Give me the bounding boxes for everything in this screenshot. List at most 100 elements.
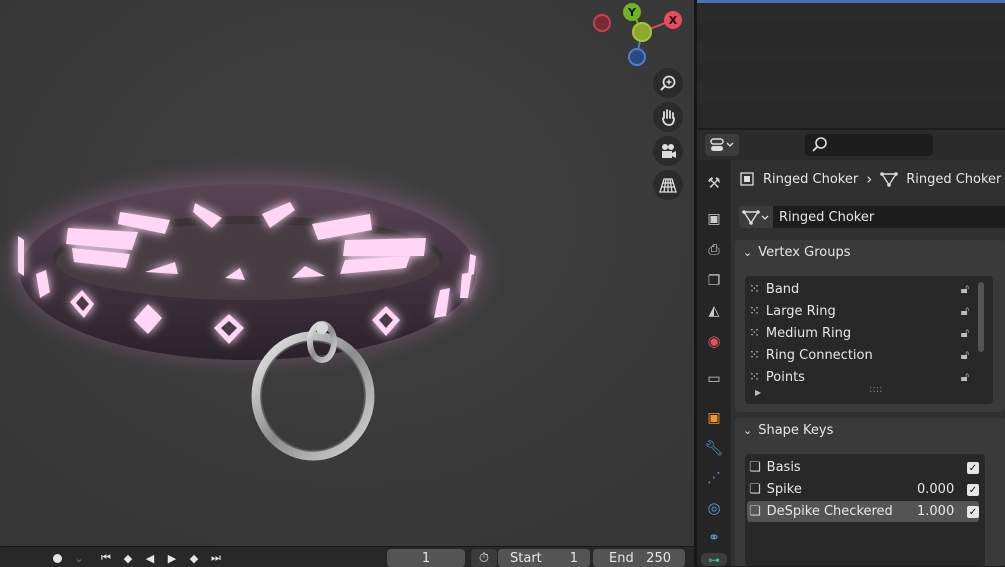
keyframe-record-button[interactable] xyxy=(48,550,66,566)
shape-keys-list[interactable]: ❏ Basis ✓ ❏ Spike 0.000 ✓ ❏ DeSpike Checker… xyxy=(745,454,985,566)
outliner-row[interactable] xyxy=(697,23,1005,43)
gizmo-x-axis[interactable]: X xyxy=(664,11,682,29)
tab-constraints[interactable]: ⚭ xyxy=(701,525,727,551)
outliner-row[interactable] xyxy=(697,83,1005,103)
next-keyframe-button[interactable]: ◆ xyxy=(185,550,203,566)
toggle-perspective-button[interactable] xyxy=(653,170,683,200)
list-item[interactable]: ⁙ Ring Connection 🔓︎ xyxy=(749,345,969,366)
chevron-down-icon: ⌄ xyxy=(743,424,753,437)
current-frame-value: 1 xyxy=(421,550,431,566)
tab-modifiers[interactable]: 🔧︎ xyxy=(701,435,727,461)
editor-type-dropdown[interactable] xyxy=(705,134,739,156)
vertex-group-icon: ⁙ xyxy=(749,326,760,341)
search-icon xyxy=(812,137,827,152)
gizmo-y-label: Y xyxy=(628,5,636,19)
mesh-icon xyxy=(880,172,899,187)
list-item[interactable]: ⁙ Band 🔓︎ xyxy=(749,279,969,300)
grid-icon xyxy=(659,178,677,193)
shape-key-mute-checkbox[interactable]: ✓ xyxy=(967,506,979,518)
camera-view-button[interactable] xyxy=(653,136,683,166)
outliner[interactable] xyxy=(697,0,1005,128)
lock-icon[interactable]: 🔓︎ xyxy=(961,370,969,385)
tab-data[interactable]: ⊶ xyxy=(701,552,727,567)
list-item[interactable]: ⁙ Large Ring 🔓︎ xyxy=(749,301,969,322)
gizmo-y-axis[interactable]: Y xyxy=(623,3,641,21)
list-item[interactable]: ❏ DeSpike Checkered 1.000 ✓ xyxy=(747,501,979,522)
list-item[interactable]: ⁙ Points 🔓︎ xyxy=(749,367,969,388)
shape-key-value[interactable]: 0.000 xyxy=(917,482,954,497)
gizmo-neg-z-axis[interactable] xyxy=(628,48,646,66)
record-options-dropdown[interactable]: ⌄ xyxy=(70,550,88,566)
frame-start-field[interactable]: Start 1 xyxy=(498,549,590,567)
outliner-row[interactable] xyxy=(697,103,1005,123)
use-preview-range-toggle[interactable]: ⏱ xyxy=(471,549,497,567)
vertex-groups-list[interactable]: ⁙ Band 🔓︎ ⁙ Large Ring 🔓︎ ⁙ Medium Ring 🔓︎ … xyxy=(745,276,993,404)
tab-world[interactable]: ◉ xyxy=(701,328,727,354)
constraints-icon: ⚭ xyxy=(708,530,720,546)
lock-icon[interactable]: 🔓︎ xyxy=(961,282,969,297)
properties-search-input[interactable] xyxy=(805,134,933,156)
vertex-groups-header[interactable]: ⌄ Vertex Groups xyxy=(743,245,851,260)
frame-end-value: 250 xyxy=(646,550,671,566)
properties-editor-icon xyxy=(710,138,734,151)
shape-key-mute-checkbox[interactable]: ✓ xyxy=(967,484,979,496)
shape-key-name: Basis xyxy=(766,460,801,475)
breadcrumb-object: Ringed Choker xyxy=(763,171,859,187)
chevron-down-icon: ⌄ xyxy=(743,246,753,259)
lock-icon[interactable]: 🔓︎ xyxy=(961,304,969,319)
shape-key-value[interactable]: 1.000 xyxy=(917,504,954,519)
next-keyframe-icon: ◆ xyxy=(189,551,199,565)
shape-keys-header[interactable]: ⌄ Shape Keys xyxy=(743,423,833,438)
jump-start-button[interactable]: ⏮ xyxy=(97,550,115,566)
lock-icon[interactable]: 🔓︎ xyxy=(961,326,969,341)
jump-end-button[interactable]: ⏭ xyxy=(207,550,225,566)
choker-render xyxy=(0,0,694,546)
mesh-name-value: Ringed Choker xyxy=(779,209,875,225)
outliner-row[interactable] xyxy=(697,63,1005,83)
play-button[interactable]: ▶ xyxy=(163,550,181,566)
tab-scene[interactable]: ◭ xyxy=(701,298,727,324)
shape-key-name: Spike xyxy=(766,482,802,497)
shape-key-mute-checkbox[interactable]: ✓ xyxy=(967,462,979,474)
zoom-button[interactable] xyxy=(653,68,683,98)
list-item[interactable]: ❏ Spike 0.000 ✓ xyxy=(749,479,981,500)
frame-end-field[interactable]: End 250 xyxy=(593,549,685,567)
list-scrollbar[interactable] xyxy=(978,282,984,352)
timeline-bar: ⌄ ⏮ ◆ ◀ ▶ ◆ ⏭ 1 ⏱ Start 1 End 250 xyxy=(0,546,694,567)
list-resize-handle[interactable]: :::: xyxy=(869,384,882,395)
object-icon: ▣ xyxy=(707,410,721,426)
prev-keyframe-button[interactable]: ◆ xyxy=(119,550,137,566)
render-icon: ▣ xyxy=(707,211,721,227)
list-filter-toggle[interactable]: ▶ xyxy=(755,388,761,397)
tab-output[interactable]: ⎙ xyxy=(701,237,727,263)
outliner-row[interactable] xyxy=(697,43,1005,63)
3d-viewport[interactable]: X Y xyxy=(0,0,694,546)
vertex-group-icon: ⁙ xyxy=(749,370,760,385)
vertex-group-name: Points xyxy=(765,370,805,385)
gizmo-z-axis[interactable] xyxy=(632,22,652,42)
gizmo-neg-x-axis[interactable] xyxy=(593,14,611,32)
vertex-group-icon: ⁙ xyxy=(749,348,760,363)
data-icon: ⊶ xyxy=(708,552,720,567)
mesh-browse-dropdown[interactable] xyxy=(739,206,773,228)
tab-collection[interactable]: ▭ xyxy=(701,366,727,392)
current-frame-field[interactable]: 1 xyxy=(387,549,465,567)
list-item[interactable]: ❏ Basis ✓ xyxy=(749,457,981,478)
tab-render[interactable]: ▣ xyxy=(701,206,727,232)
tab-particles[interactable]: ⋰ xyxy=(701,465,727,491)
zoom-icon xyxy=(660,75,676,91)
tab-view-layer[interactable]: ❐ xyxy=(701,268,727,294)
tab-tool[interactable]: ⚒ xyxy=(701,170,727,196)
particles-icon: ⋰ xyxy=(707,470,721,486)
pan-button[interactable] xyxy=(653,102,683,132)
modifier-icon: 🔧︎ xyxy=(704,439,724,457)
lock-icon[interactable]: 🔓︎ xyxy=(961,348,969,363)
tab-physics[interactable]: ◎ xyxy=(701,495,727,521)
triangle-right-icon: ▶ xyxy=(755,388,762,397)
list-item[interactable]: ⁙ Medium Ring 🔓︎ xyxy=(749,323,969,344)
object-icon xyxy=(740,172,754,186)
play-reverse-button[interactable]: ◀ xyxy=(141,550,159,566)
outliner-row[interactable] xyxy=(697,3,1005,23)
tab-object[interactable]: ▣ xyxy=(701,405,727,431)
mesh-name-field[interactable]: Ringed Choker xyxy=(773,206,1005,228)
